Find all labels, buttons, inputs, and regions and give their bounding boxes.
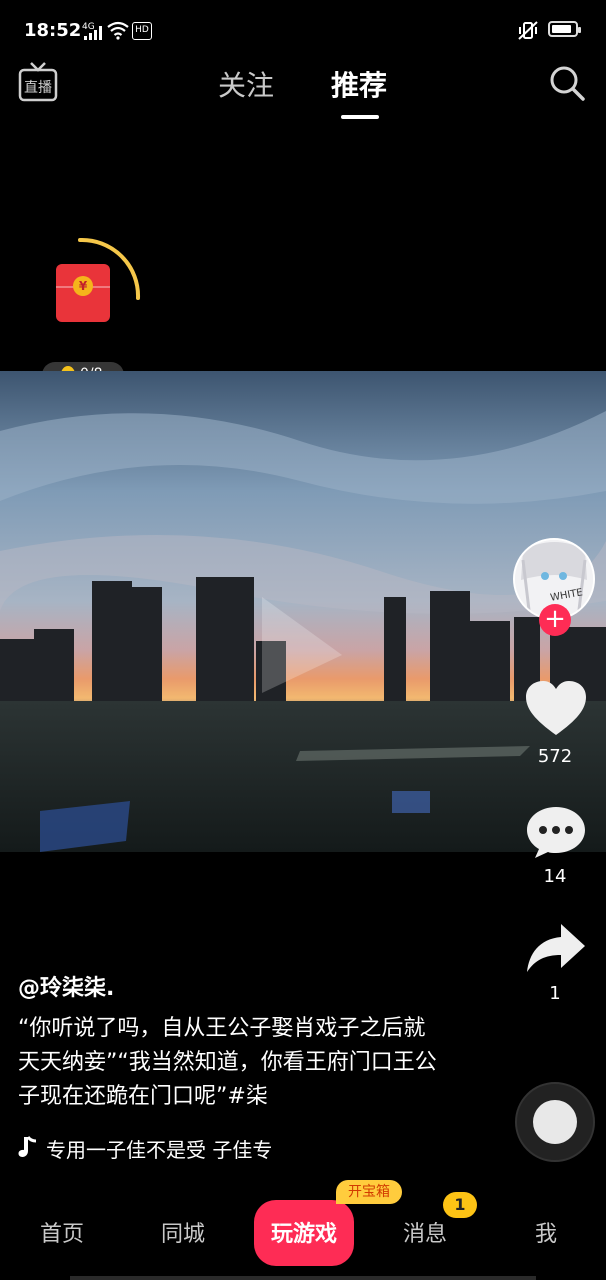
live-icon[interactable]: 直播 bbox=[18, 62, 58, 102]
vibrate-mute-icon bbox=[518, 21, 538, 40]
status-bar: 18:52 4G HD bbox=[0, 0, 606, 62]
heart-icon[interactable] bbox=[525, 680, 587, 738]
wifi-icon bbox=[107, 21, 129, 40]
search-icon[interactable] bbox=[548, 64, 586, 102]
music-note-icon bbox=[18, 1136, 37, 1157]
home-indicator bbox=[70, 1276, 536, 1280]
active-tab-indicator bbox=[341, 115, 379, 119]
video-player[interactable] bbox=[0, 371, 606, 852]
video-frame bbox=[0, 371, 606, 852]
message-count-badge: 1 bbox=[443, 1192, 477, 1218]
signal-icon bbox=[84, 26, 104, 40]
nav-home[interactable]: 首页 bbox=[22, 1216, 102, 1248]
red-envelope-icon[interactable]: ¥ bbox=[56, 264, 110, 322]
nav-nearby[interactable]: 同城 bbox=[143, 1216, 223, 1248]
music-cover-icon bbox=[533, 1100, 577, 1144]
music-title: 专用一子佳不是受 子佳专 bbox=[46, 1138, 273, 1162]
share-count: 1 bbox=[549, 983, 561, 1004]
yuan-coin-icon: ¥ bbox=[73, 276, 93, 296]
share-arrow-icon[interactable] bbox=[525, 922, 587, 974]
music-disc[interactable] bbox=[515, 1082, 595, 1162]
hd-icon: HD bbox=[132, 22, 152, 40]
nav-play-game-button[interactable]: 玩游戏 bbox=[254, 1200, 354, 1266]
status-time: 18:52 bbox=[24, 20, 82, 41]
battery-icon bbox=[548, 21, 581, 37]
author-name[interactable]: @玲柒柒. bbox=[18, 970, 114, 1002]
video-caption[interactable]: “你听说了吗，自从王公子娶肖戏子之后就天天纳妾”“我当然知道，你看王府门口王公子… bbox=[18, 1012, 438, 1114]
comment-count: 14 bbox=[543, 866, 567, 887]
nav-play-game-label: 玩游戏 bbox=[270, 1222, 337, 1247]
comment-icon[interactable] bbox=[525, 804, 587, 860]
tab-recommend[interactable]: 推荐 bbox=[331, 64, 387, 104]
follow-button[interactable]: + bbox=[539, 604, 571, 636]
nav-me[interactable]: 我 bbox=[506, 1216, 586, 1248]
nav-messages[interactable]: 消息 bbox=[385, 1216, 465, 1248]
live-label: 直播 bbox=[24, 79, 52, 96]
tab-follow[interactable]: 关注 bbox=[218, 64, 274, 104]
open-chest-badge: 开宝箱 bbox=[336, 1180, 402, 1204]
like-count: 572 bbox=[537, 746, 573, 767]
battery-level bbox=[552, 25, 571, 33]
